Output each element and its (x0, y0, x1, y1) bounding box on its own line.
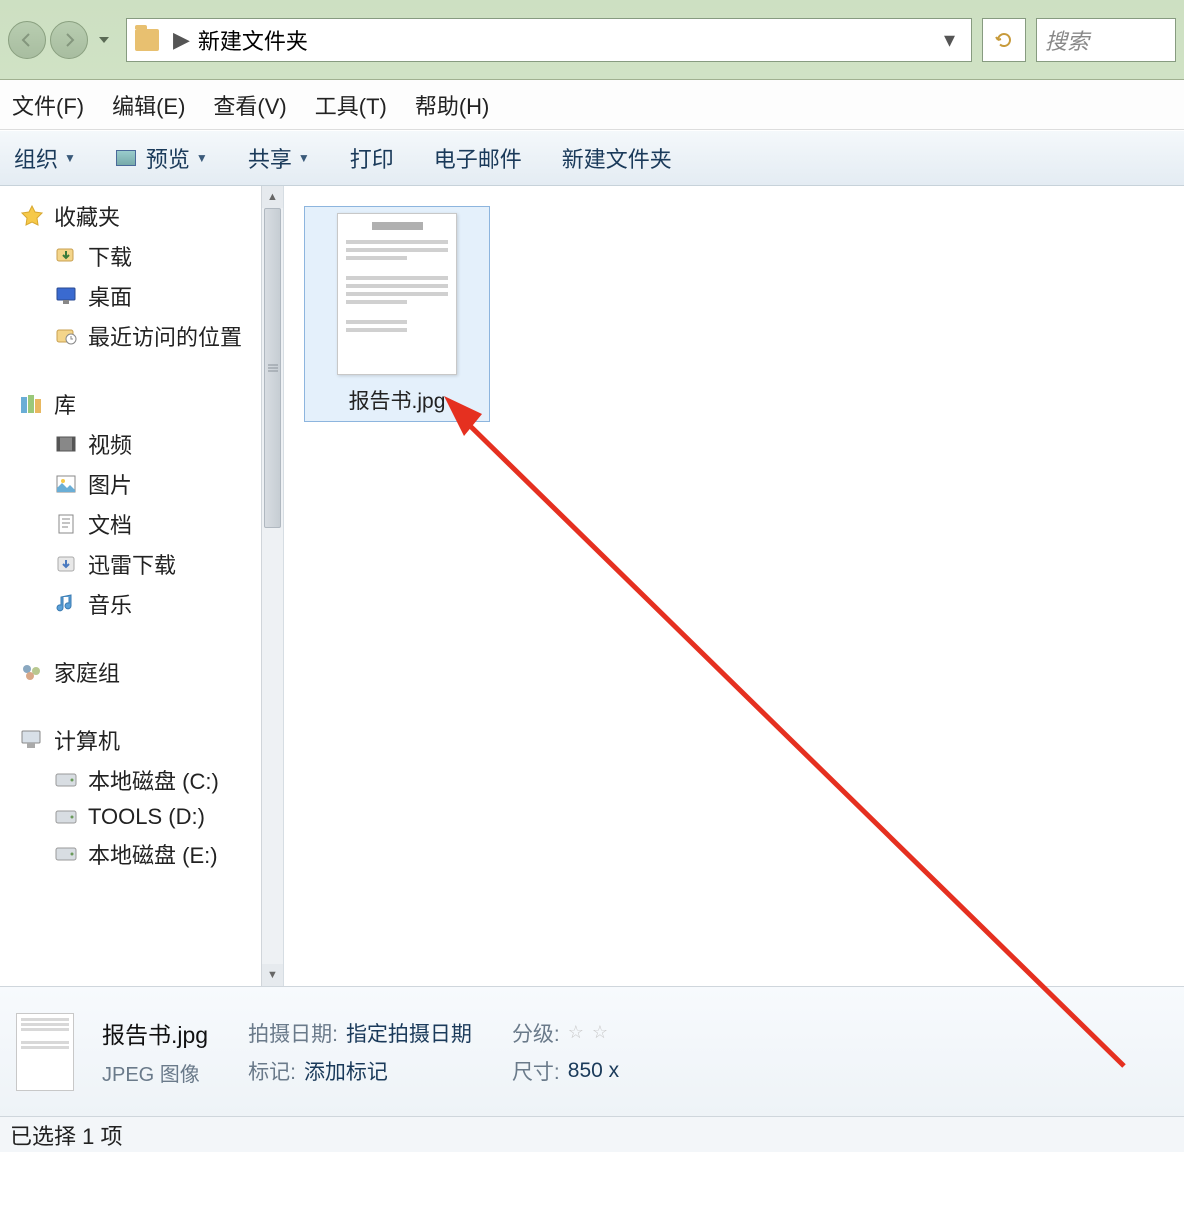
chevron-down-icon[interactable]: ▾ (944, 27, 955, 53)
details-thumbnail (16, 1013, 74, 1091)
preview-icon (116, 150, 136, 166)
details-date-value[interactable]: 指定拍摄日期 (346, 1018, 472, 1048)
refresh-icon (994, 30, 1014, 50)
file-list-pane[interactable]: 报告书.jpg (284, 186, 1184, 986)
libraries-icon (20, 392, 44, 416)
chevron-down-icon: ▼ (298, 151, 310, 165)
homegroup-icon (20, 660, 44, 684)
downloads-icon (54, 244, 78, 268)
favorites-group[interactable]: 收藏夹 (0, 196, 283, 236)
scroll-down-button[interactable]: ▼ (262, 964, 283, 986)
chevron-down-icon: ▼ (64, 151, 76, 165)
preview-button[interactable]: 预览▼ (116, 142, 208, 174)
music-icon (54, 592, 78, 616)
navigation-bar: ▶ 新建文件夹 ▾ 搜索 (0, 0, 1184, 80)
sidebar-videos[interactable]: 视频 (0, 424, 283, 464)
share-button[interactable]: 共享▼ (248, 142, 310, 174)
file-item-selected[interactable]: 报告书.jpg (304, 206, 490, 422)
organize-button[interactable]: 组织▼ (14, 142, 76, 174)
disk-icon (54, 768, 78, 792)
sidebar-pictures[interactable]: 图片 (0, 464, 283, 504)
computer-group[interactable]: 计算机 (0, 720, 283, 760)
details-pane: 报告书.jpg JPEG 图像 拍摄日期: 指定拍摄日期 标记: 添加标记 分级… (0, 986, 1184, 1116)
newfolder-button[interactable]: 新建文件夹 (562, 142, 672, 174)
sidebar-scrollbar[interactable]: ▲ ▼ (261, 186, 283, 986)
search-input[interactable]: 搜索 (1036, 18, 1176, 62)
details-size-label: 尺寸: (512, 1056, 560, 1086)
homegroup-group[interactable]: 家庭组 (0, 652, 283, 692)
sidebar-downloads[interactable]: 下载 (0, 236, 283, 276)
disk-icon (54, 842, 78, 866)
menu-help[interactable]: 帮助(H) (415, 89, 490, 121)
print-button[interactable]: 打印 (350, 142, 394, 174)
sidebar-disk-c[interactable]: 本地磁盘 (C:) (0, 760, 283, 800)
email-button[interactable]: 电子邮件 (434, 142, 522, 174)
details-size-value: 850 x (568, 1059, 619, 1083)
xunlei-icon (54, 552, 78, 576)
explorer-body: 收藏夹 下载 桌面 最近访问的位置 库 (0, 186, 1184, 986)
chevron-down-icon (99, 37, 109, 43)
breadcrumb-item[interactable]: 新建文件夹 (198, 24, 308, 56)
sidebar-desktop[interactable]: 桌面 (0, 276, 283, 316)
documents-icon (54, 512, 78, 536)
forward-arrow-icon (61, 32, 77, 48)
details-tag-value[interactable]: 添加标记 (304, 1056, 388, 1086)
desktop-icon (54, 284, 78, 308)
menu-bar: 文件(F) 编辑(E) 查看(V) 工具(T) 帮助(H) (0, 80, 1184, 130)
address-bar[interactable]: ▶ 新建文件夹 ▾ (126, 18, 972, 62)
sidebar-documents[interactable]: 文档 (0, 504, 283, 544)
details-rating-label: 分级: (512, 1018, 560, 1048)
breadcrumb-separator-icon: ▶ (173, 27, 190, 53)
sidebar-music[interactable]: 音乐 (0, 584, 283, 624)
back-arrow-icon (19, 32, 35, 48)
menu-view[interactable]: 查看(V) (213, 89, 286, 121)
star-icon (20, 204, 44, 228)
scroll-up-button[interactable]: ▲ (262, 186, 283, 208)
recent-icon (54, 324, 78, 348)
nav-history-dropdown[interactable] (92, 21, 116, 59)
rating-star-icon[interactable]: ☆ (592, 1022, 608, 1043)
back-button[interactable] (8, 21, 46, 59)
toolbar: 组织▼ 预览▼ 共享▼ 打印 电子邮件 新建文件夹 (0, 130, 1184, 186)
computer-icon (20, 728, 44, 752)
details-filename: 报告书.jpg (102, 1016, 208, 1050)
navigation-pane: 收藏夹 下载 桌面 最近访问的位置 库 (0, 186, 284, 986)
details-filetype: JPEG 图像 (102, 1058, 208, 1087)
details-date-label: 拍摄日期: (248, 1018, 338, 1048)
rating-star-icon[interactable]: ☆ (568, 1022, 584, 1043)
menu-file[interactable]: 文件(F) (12, 89, 84, 121)
menu-tools[interactable]: 工具(T) (315, 89, 387, 121)
disk-icon (54, 805, 78, 829)
file-name-label: 报告书.jpg (349, 385, 446, 415)
status-bar: 已选择 1 项 (0, 1116, 1184, 1152)
sidebar-disk-e[interactable]: 本地磁盘 (E:) (0, 834, 283, 874)
refresh-button[interactable] (982, 18, 1026, 62)
search-placeholder: 搜索 (1045, 24, 1089, 56)
scroll-thumb[interactable] (264, 208, 281, 528)
sidebar-xunlei[interactable]: 迅雷下载 (0, 544, 283, 584)
scroll-track[interactable] (262, 208, 283, 964)
sidebar-recent[interactable]: 最近访问的位置 (0, 316, 283, 356)
forward-button[interactable] (50, 21, 88, 59)
sidebar-disk-d[interactable]: TOOLS (D:) (0, 800, 283, 834)
menu-edit[interactable]: 编辑(E) (112, 89, 185, 121)
details-tag-label: 标记: (248, 1056, 296, 1086)
folder-icon (135, 29, 159, 51)
file-thumbnail (337, 213, 457, 375)
status-text: 已选择 1 项 (10, 1119, 122, 1151)
chevron-down-icon: ▼ (196, 151, 208, 165)
libraries-group[interactable]: 库 (0, 384, 283, 424)
video-icon (54, 432, 78, 456)
pictures-icon (54, 472, 78, 496)
